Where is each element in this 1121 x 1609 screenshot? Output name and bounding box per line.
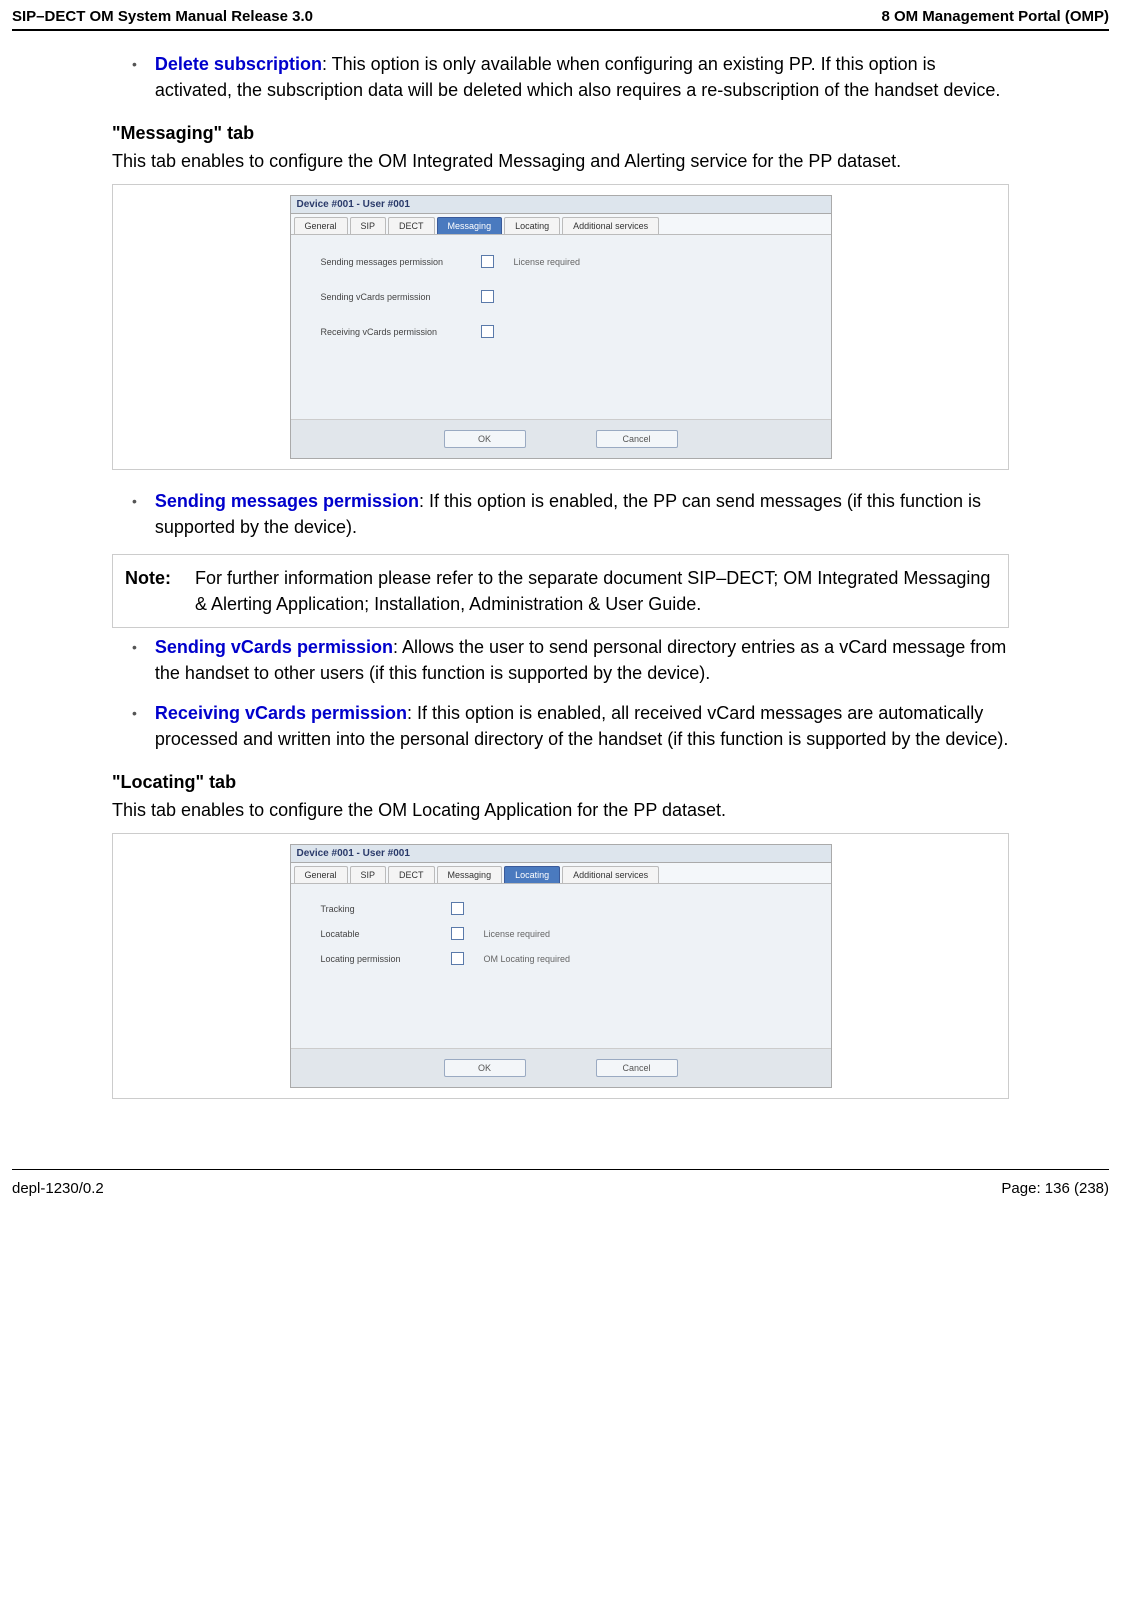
page-header: SIP–DECT OM System Manual Release 3.0 8 … <box>12 0 1109 29</box>
term-sending-messages: Sending messages permission <box>155 491 419 511</box>
bullet-icon: • <box>132 700 137 752</box>
checkbox-send-messages[interactable] <box>481 255 494 268</box>
note-send-messages: License required <box>514 257 581 267</box>
heading-messaging-tab: "Messaging" tab <box>112 123 1009 144</box>
dialog-locating: Device #001 - User #001 General SIP DECT… <box>290 844 832 1088</box>
term-receiving-vcards: Receiving vCards permission <box>155 703 407 723</box>
tab-messaging[interactable]: Messaging <box>437 866 503 883</box>
tab-general[interactable]: General <box>294 866 348 883</box>
label-recv-vcards: Receiving vCards permission <box>321 327 481 337</box>
checkbox-tracking[interactable] <box>451 902 464 915</box>
para-messaging: This tab enables to configure the OM Int… <box>112 148 1009 174</box>
bullet-icon: • <box>132 488 137 540</box>
header-rule <box>12 29 1109 31</box>
header-left: SIP–DECT OM System Manual Release 3.0 <box>12 8 313 25</box>
bullet-receiving-vcards: • Receiving vCards permission: If this o… <box>132 700 1009 752</box>
term-delete-subscription: Delete subscription <box>155 54 322 74</box>
tab-sip[interactable]: SIP <box>350 866 387 883</box>
dialog-title: Device #001 - User #001 <box>291 196 831 214</box>
note-text: For further information please refer to … <box>195 565 996 617</box>
heading-locating-tab: "Locating" tab <box>112 772 1009 793</box>
term-sending-vcards: Sending vCards permission <box>155 637 393 657</box>
tab-sip[interactable]: SIP <box>350 217 387 234</box>
dialog-tabs: General SIP DECT Messaging Locating Addi… <box>291 863 831 884</box>
ok-button[interactable]: OK <box>444 1059 526 1077</box>
dialog-title: Device #001 - User #001 <box>291 845 831 863</box>
header-right: 8 OM Management Portal (OMP) <box>881 8 1109 25</box>
row-send-messages: Sending messages permission License requ… <box>321 247 813 282</box>
bullet-sending-vcards: • Sending vCards permission: Allows the … <box>132 634 1009 686</box>
tab-dect[interactable]: DECT <box>388 866 435 883</box>
ok-button[interactable]: OK <box>444 430 526 448</box>
checkbox-locatable[interactable] <box>451 927 464 940</box>
checkbox-recv-vcards[interactable] <box>481 325 494 338</box>
tab-additional-services[interactable]: Additional services <box>562 866 659 883</box>
tab-additional-services[interactable]: Additional services <box>562 217 659 234</box>
screenshot-locating: Device #001 - User #001 General SIP DECT… <box>112 833 1009 1099</box>
dialog-tabs: General SIP DECT Messaging Locating Addi… <box>291 214 831 235</box>
bullet-sending-messages: • Sending messages permission: If this o… <box>132 488 1009 540</box>
note-label: Note: <box>125 565 195 617</box>
tab-dect[interactable]: DECT <box>388 217 435 234</box>
dialog-footer: OK Cancel <box>291 1048 831 1087</box>
row-locating-permission: Locating permission OM Locating required <box>321 946 813 971</box>
page-footer: depl-1230/0.2 Page: 136 (238) <box>12 1170 1109 1217</box>
row-tracking: Tracking <box>321 896 813 921</box>
row-send-vcards: Sending vCards permission <box>321 282 813 317</box>
screenshot-messaging: Device #001 - User #001 General SIP DECT… <box>112 184 1009 470</box>
dialog-body: Tracking Locatable License required Loca… <box>291 884 831 1048</box>
label-locatable: Locatable <box>321 929 451 939</box>
dialog-messaging: Device #001 - User #001 General SIP DECT… <box>290 195 832 459</box>
note-locatable: License required <box>484 929 551 939</box>
row-locatable: Locatable License required <box>321 921 813 946</box>
tab-locating[interactable]: Locating <box>504 866 560 883</box>
label-tracking: Tracking <box>321 904 451 914</box>
footer-left: depl-1230/0.2 <box>12 1180 104 1197</box>
dialog-body: Sending messages permission License requ… <box>291 235 831 419</box>
tab-messaging[interactable]: Messaging <box>437 217 503 234</box>
footer-right: Page: 136 (238) <box>1001 1180 1109 1197</box>
label-locating-permission: Locating permission <box>321 954 451 964</box>
tab-locating[interactable]: Locating <box>504 217 560 234</box>
dialog-footer: OK Cancel <box>291 419 831 458</box>
para-locating: This tab enables to configure the OM Loc… <box>112 797 1009 823</box>
label-send-messages: Sending messages permission <box>321 257 481 267</box>
tab-general[interactable]: General <box>294 217 348 234</box>
label-send-vcards: Sending vCards permission <box>321 292 481 302</box>
checkbox-locating-permission[interactable] <box>451 952 464 965</box>
checkbox-send-vcards[interactable] <box>481 290 494 303</box>
bullet-icon: • <box>132 634 137 686</box>
cancel-button[interactable]: Cancel <box>596 1059 678 1077</box>
cancel-button[interactable]: Cancel <box>596 430 678 448</box>
row-recv-vcards: Receiving vCards permission <box>321 317 813 352</box>
note-box: Note: For further information please ref… <box>112 554 1009 628</box>
bullet-icon: • <box>132 51 137 103</box>
note-locating-permission: OM Locating required <box>484 954 571 964</box>
bullet-delete-subscription: • Delete subscription: This option is on… <box>132 51 1009 103</box>
